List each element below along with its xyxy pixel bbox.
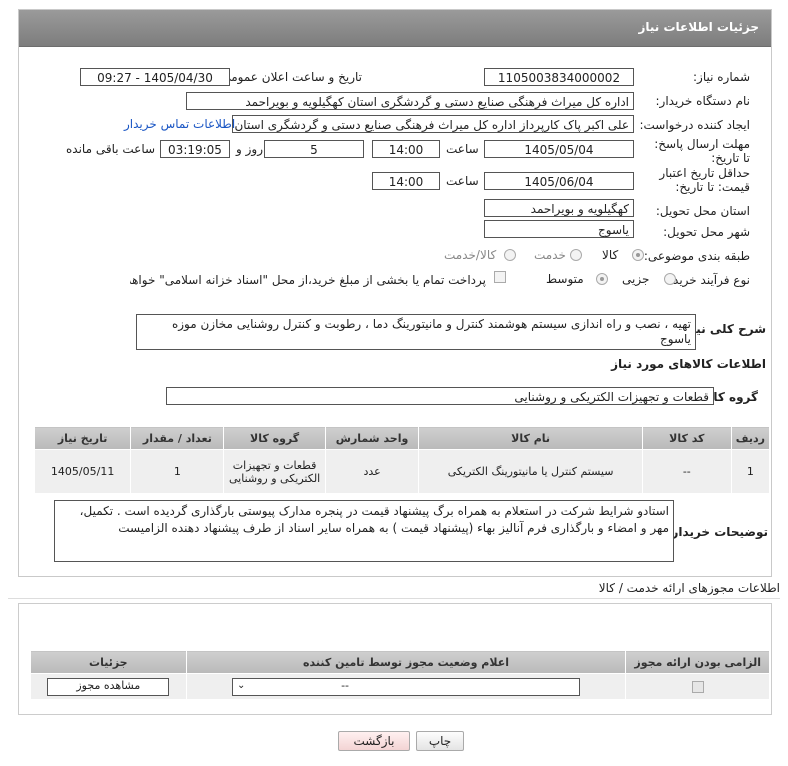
deadline-time-field: 14:00 — [372, 140, 440, 158]
category-radio-service[interactable] — [570, 249, 582, 261]
buyer-contact-link[interactable]: اطلاعات تماس خریدار — [124, 117, 235, 131]
cell-code: -- — [641, 449, 732, 494]
col-group: گروه کالا — [223, 426, 326, 450]
purchase-option-minor: جزیی — [622, 272, 650, 286]
deadline-time-label: ساعت — [446, 142, 479, 156]
price-validity-time-label: ساعت — [446, 174, 479, 188]
permit-status-value: -- — [341, 678, 350, 692]
permits-divider — [8, 598, 780, 599]
buyer-org-label: نام دستگاه خریدار: — [655, 94, 751, 108]
price-validity-label: حداقل تاریخ اعتبار قیمت: تا تاریخ: — [659, 166, 750, 194]
permit-row: ⌄ -- مشاهده مجوز — [30, 673, 770, 700]
col-unit: واحد شمارش — [324, 426, 420, 450]
col-code: کد کالا — [641, 426, 732, 450]
cell-permit-details: مشاهده مجوز — [30, 673, 187, 700]
table-row[interactable]: 1 -- سیستم کنترل یا مانیتورینگ الکتریکی … — [33, 449, 771, 494]
panel-title: جزئیات اطلاعات نیاز — [638, 20, 759, 34]
price-validity-time-field: 14:00 — [372, 172, 440, 190]
col-name: نام کالا — [418, 426, 643, 450]
cell-qty: 1 — [130, 449, 225, 494]
goods-table-header: ردیف کد کالا نام کالا واحد شمارش گروه کا… — [33, 426, 771, 450]
purchase-option-medium: متوسط — [546, 272, 584, 286]
purchase-type-label: نوع فرآیند خرید : — [665, 273, 750, 287]
treasury-checkbox[interactable] — [494, 271, 506, 283]
goods-table: ردیف کد کالا نام کالا واحد شمارش گروه کا… — [33, 426, 771, 494]
purchase-radio-medium[interactable] — [596, 273, 608, 285]
days-label: روز و — [236, 142, 263, 156]
announce-label: تاریخ و ساعت اعلان عمومی: — [217, 70, 362, 84]
back-button[interactable]: بازگشت — [338, 731, 410, 751]
col-permit-details: جزئیات — [30, 650, 187, 674]
category-radio-both[interactable] — [504, 249, 516, 261]
buyer-notes-label: توضیحات خریدار: — [666, 525, 768, 539]
cell-unit: عدد — [324, 449, 420, 494]
city-label: شهر محل تحویل: — [663, 225, 750, 239]
deadline-date-field: 1405/05/04 — [484, 140, 634, 158]
category-option-service: خدمت — [534, 248, 566, 262]
requester-field: علی اکبر پاک کارپرداز اداره کل میراث فره… — [232, 115, 634, 133]
view-permit-button[interactable]: مشاهده مجوز — [47, 677, 170, 696]
permits-title: اطلاعات مجوزهای ارائه خدمت / کالا — [598, 581, 780, 595]
announce-field: 1405/04/30 - 09:27 — [80, 68, 230, 86]
days-count-field: 5 — [264, 140, 364, 158]
need-number-field: 1105003834000002 — [484, 68, 634, 86]
province-label: استان محل تحویل: — [655, 204, 750, 218]
goods-group-field: قطعات و تجهیزات الکتریکی و روشنایی — [166, 387, 714, 405]
col-date: تاریخ نیاز — [33, 426, 132, 450]
col-permit-required: الزامی بودن ارائه مجوز — [625, 650, 770, 674]
need-number-label: شماره نیاز: — [693, 70, 750, 84]
category-radio-goods[interactable] — [632, 249, 644, 261]
description-field: تهیه ، نصب و راه اندازی سیستم هوشمند کنت… — [136, 314, 696, 350]
purchase-radio-minor[interactable] — [664, 273, 676, 285]
cell-permit-status: ⌄ -- — [185, 673, 627, 700]
cell-row: 1 — [730, 449, 771, 494]
print-button[interactable]: چاپ — [416, 731, 464, 751]
price-validity-date-field: 1405/06/04 — [484, 172, 634, 190]
col-permit-status: اعلام وضعیت مجوز توسط تامین کننده — [185, 650, 627, 674]
province-field: کهگیلویه و بویراحمد — [484, 199, 634, 217]
permit-required-checkbox — [691, 681, 704, 693]
remaining-time-field: 03:19:05 — [160, 140, 230, 158]
permits-table-header: الزامی بودن ارائه مجوز اعلام وضعیت مجوز … — [30, 650, 770, 674]
permit-status-select[interactable]: ⌄ -- — [232, 677, 581, 696]
permits-table: الزامی بودن ارائه مجوز اعلام وضعیت مجوز … — [30, 650, 770, 700]
category-label: طبقه بندی موضوعی: — [643, 249, 750, 263]
payment-note: پرداخت تمام یا بخشی از مبلغ خرید،از محل … — [130, 273, 486, 287]
col-row: ردیف — [730, 426, 771, 450]
cell-name: سیستم کنترل یا مانیتورینگ الکتریکی — [418, 449, 643, 494]
cell-permit-required — [625, 673, 770, 700]
chevron-down-icon: ⌄ — [237, 679, 246, 691]
requester-label: ایجاد کننده درخواست: — [639, 118, 750, 132]
panel-header: جزئیات اطلاعات نیاز — [19, 10, 771, 47]
deadline-label: مهلت ارسال پاسخ: تا تاریخ: — [654, 137, 750, 165]
city-field: یاسوج — [484, 220, 634, 238]
remaining-label: ساعت باقی مانده — [66, 142, 156, 156]
category-option-both: کالا/خدمت — [444, 248, 497, 262]
cell-group: قطعات و تجهیزات الکتریکی و روشنایی — [223, 449, 326, 494]
buyer-notes-field: استادو شرایط شرکت در استعلام به همراه بر… — [54, 500, 674, 562]
category-option-goods: کالا — [602, 248, 619, 262]
col-qty: تعداد / مقدار — [130, 426, 225, 450]
cell-date: 1405/05/11 — [33, 449, 132, 494]
buyer-org-field: اداره کل میراث فرهنگی صنایع دستی و گردشگ… — [186, 92, 634, 110]
goods-section-title: اطلاعات کالاهای مورد نیاز — [611, 357, 766, 371]
